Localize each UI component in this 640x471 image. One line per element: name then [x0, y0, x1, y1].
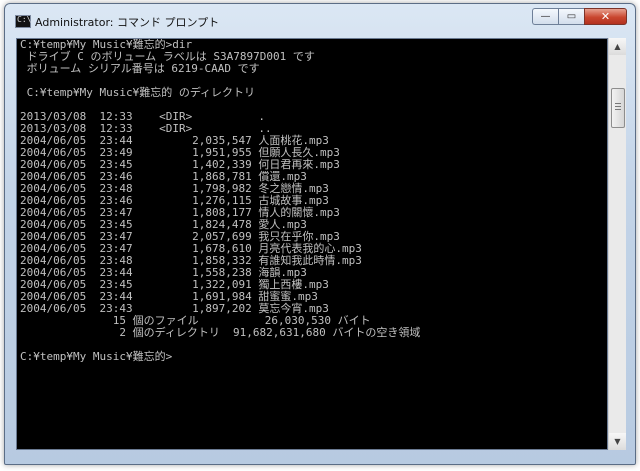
- maximize-button[interactable]: ▭: [558, 8, 584, 25]
- command-prompt-window: C:\ Administrator: コマンド プロンプト — ▭ ✕ C:¥t…: [4, 3, 636, 465]
- cmd-icon[interactable]: C:\: [15, 15, 31, 28]
- vertical-scrollbar[interactable]: ▲ ▼: [608, 38, 626, 450]
- close-icon: ✕: [600, 10, 611, 23]
- minimize-button[interactable]: —: [532, 8, 558, 25]
- console-output[interactable]: C:¥temp¥My Music¥難忘的>dir ドライブ C のボリューム ラ…: [16, 38, 608, 450]
- scrollbar-thumb[interactable]: [611, 88, 625, 128]
- caption-buttons: — ▭ ✕: [532, 8, 627, 26]
- thumb-grip-line: [615, 106, 621, 107]
- scroll-down-button[interactable]: ▼: [609, 433, 626, 450]
- minimize-icon: —: [540, 11, 551, 22]
- console-line: C:¥temp¥My Music¥難忘的>: [20, 350, 173, 363]
- scroll-up-arrow-icon: ▲: [614, 42, 621, 51]
- maximize-icon: ▭: [566, 11, 577, 22]
- close-button[interactable]: ✕: [584, 8, 627, 25]
- title-bar[interactable]: C:\ Administrator: コマンド プロンプト — ▭ ✕: [5, 4, 635, 34]
- scroll-up-button[interactable]: ▲: [609, 38, 626, 55]
- console-line: 2 個のディレクトリ 91,682,631,680 バイトの空き領域: [20, 326, 421, 339]
- console-line: C:¥temp¥My Music¥難忘的 のディレクトリ: [20, 86, 256, 99]
- thumb-grip-line: [615, 103, 621, 104]
- scroll-down-arrow-icon: ▼: [614, 437, 621, 446]
- cmd-icon-glyph: C:\: [17, 15, 32, 24]
- window-title: Administrator: コマンド プロンプト: [35, 16, 220, 29]
- console-line: ボリューム シリアル番号は 6219-CAAD です: [20, 62, 260, 75]
- thumb-grip-line: [615, 109, 621, 110]
